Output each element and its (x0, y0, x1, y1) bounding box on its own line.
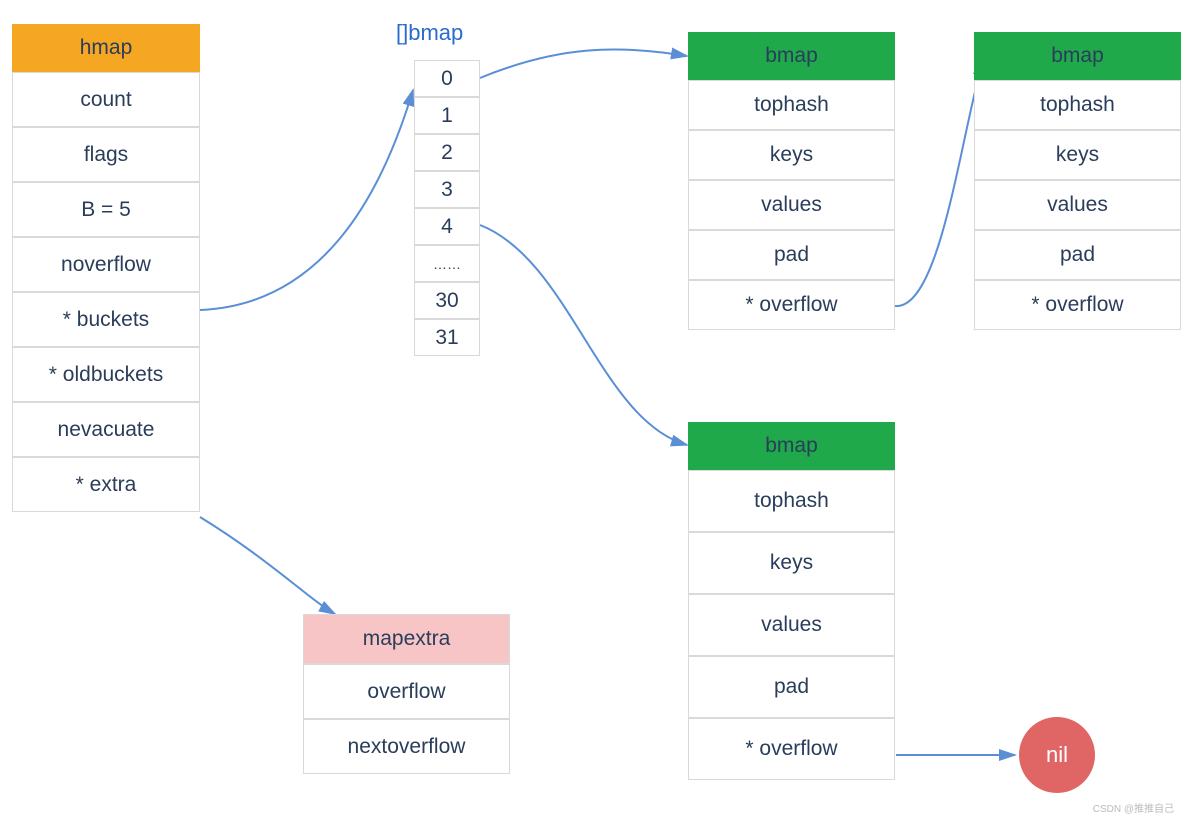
array-cell: 31 (414, 319, 480, 356)
hmap-row: count (12, 72, 200, 127)
bmap-row: keys (688, 532, 895, 594)
mapextra-row: nextoverflow (303, 719, 510, 774)
bmap-row: pad (688, 230, 895, 280)
array-cell: 0 (414, 60, 480, 97)
hmap-row: * oldbuckets (12, 347, 200, 402)
mapextra-row: overflow (303, 664, 510, 719)
bmap-table-2: bmap tophash keys values pad * overflow (974, 32, 1181, 330)
bmap-header: bmap (974, 32, 1181, 80)
array-cell: 2 (414, 134, 480, 171)
nil-circle: nil (1019, 717, 1095, 793)
watermark: CSDN @推推自己 (1093, 800, 1174, 815)
hmap-row: flags (12, 127, 200, 182)
bmap-row: * overflow (688, 718, 895, 780)
bmap-header: bmap (688, 32, 895, 80)
bmap-table-3: bmap tophash keys values pad * overflow (688, 422, 895, 780)
array-cell: 30 (414, 282, 480, 319)
bmap-array: 0 1 2 3 4 …… 30 31 (414, 60, 480, 356)
bmap-header: bmap (688, 422, 895, 470)
hmap-header: hmap (12, 24, 200, 72)
bmap-row: * overflow (974, 280, 1181, 330)
hmap-row: B = 5 (12, 182, 200, 237)
array-cell: 3 (414, 171, 480, 208)
hmap-row: noverflow (12, 237, 200, 292)
array-cell: 1 (414, 97, 480, 134)
hmap-row: * extra (12, 457, 200, 512)
bmap-row: tophash (974, 80, 1181, 130)
array-cell: …… (414, 245, 480, 282)
mapextra-table: mapextra overflow nextoverflow (303, 614, 510, 774)
bmap-row: pad (688, 656, 895, 718)
array-cell: 4 (414, 208, 480, 245)
bmap-row: pad (974, 230, 1181, 280)
bmap-row: values (688, 594, 895, 656)
bmap-row: keys (974, 130, 1181, 180)
bmap-row: values (974, 180, 1181, 230)
bmap-array-label: []bmap (396, 20, 463, 46)
bmap-row: tophash (688, 80, 895, 130)
bmap-row: values (688, 180, 895, 230)
bmap-table-1: bmap tophash keys values pad * overflow (688, 32, 895, 330)
bmap-row: keys (688, 130, 895, 180)
bmap-row: tophash (688, 470, 895, 532)
bmap-row: * overflow (688, 280, 895, 330)
hmap-row: * buckets (12, 292, 200, 347)
mapextra-header: mapextra (303, 614, 510, 664)
diagram-canvas: hmap count flags B = 5 noverflow * bucke… (0, 0, 1184, 821)
hmap-table: hmap count flags B = 5 noverflow * bucke… (12, 24, 200, 512)
hmap-row: nevacuate (12, 402, 200, 457)
